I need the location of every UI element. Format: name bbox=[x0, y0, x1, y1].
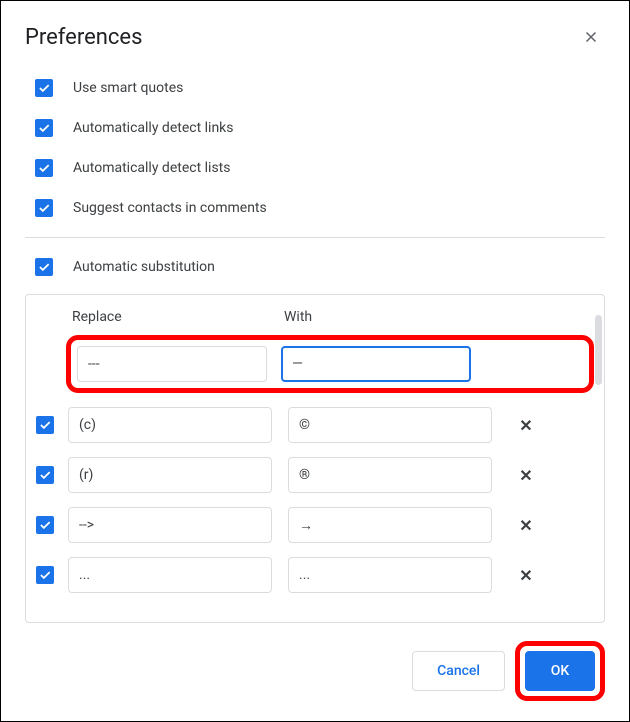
replace-input[interactable] bbox=[68, 507, 272, 543]
table-row: ✕ bbox=[36, 557, 594, 593]
replace-input[interactable] bbox=[68, 457, 272, 493]
with-input[interactable] bbox=[288, 557, 492, 593]
checkbox-icon[interactable] bbox=[36, 516, 54, 534]
replace-input[interactable] bbox=[77, 346, 267, 382]
option-detect-links[interactable]: Automatically detect links bbox=[35, 119, 605, 137]
ok-highlight: OK bbox=[515, 641, 605, 701]
checkbox-icon[interactable] bbox=[36, 416, 54, 434]
dialog-footer: Cancel OK bbox=[25, 641, 605, 701]
dialog-header: Preferences bbox=[25, 23, 605, 51]
checkbox-icon[interactable] bbox=[35, 258, 53, 276]
option-label: Use smart quotes bbox=[73, 80, 183, 96]
table-row: ✕ bbox=[36, 407, 594, 443]
checkbox-icon[interactable] bbox=[35, 119, 53, 137]
with-input[interactable] bbox=[288, 457, 492, 493]
with-input[interactable] bbox=[288, 507, 492, 543]
substitution-table: Replace With ✕ ✕ ✕ bbox=[25, 294, 605, 623]
option-label: Automatically detect links bbox=[73, 120, 234, 136]
table-header: Replace With bbox=[36, 309, 594, 325]
checkbox-icon[interactable] bbox=[36, 566, 54, 584]
column-header-replace: Replace bbox=[72, 309, 284, 325]
option-suggest-contacts[interactable]: Suggest contacts in comments bbox=[35, 199, 605, 217]
option-auto-substitution[interactable]: Automatic substitution bbox=[25, 258, 605, 276]
close-icon[interactable] bbox=[577, 23, 605, 51]
options-group: Use smart quotes Automatically detect li… bbox=[25, 79, 605, 233]
table-row: ✕ bbox=[36, 457, 594, 493]
column-header-with: With bbox=[284, 309, 312, 325]
remove-icon[interactable]: ✕ bbox=[516, 516, 536, 535]
replace-input[interactable] bbox=[68, 557, 272, 593]
replace-input[interactable] bbox=[68, 407, 272, 443]
preferences-dialog: Preferences Use smart quotes Automatical… bbox=[1, 1, 629, 721]
scrollbar-thumb[interactable] bbox=[595, 315, 602, 385]
checkbox-icon[interactable] bbox=[35, 79, 53, 97]
option-smart-quotes[interactable]: Use smart quotes bbox=[35, 79, 605, 97]
table-row: ✕ bbox=[36, 507, 594, 543]
option-label: Automatic substitution bbox=[73, 259, 215, 275]
checkbox-icon[interactable] bbox=[35, 159, 53, 177]
checkbox-icon[interactable] bbox=[35, 199, 53, 217]
remove-icon[interactable]: ✕ bbox=[516, 416, 536, 435]
remove-icon[interactable]: ✕ bbox=[516, 566, 536, 585]
divider bbox=[25, 237, 605, 238]
cancel-button[interactable]: Cancel bbox=[412, 651, 505, 691]
option-detect-lists[interactable]: Automatically detect lists bbox=[35, 159, 605, 177]
dialog-title: Preferences bbox=[25, 25, 142, 50]
remove-icon[interactable]: ✕ bbox=[516, 466, 536, 485]
new-substitution-row bbox=[66, 335, 594, 393]
option-label: Suggest contacts in comments bbox=[73, 200, 267, 216]
checkbox-icon[interactable] bbox=[36, 466, 54, 484]
option-label: Automatically detect lists bbox=[73, 160, 230, 176]
substitution-rows: ✕ ✕ ✕ ✕ bbox=[36, 407, 594, 593]
with-input[interactable] bbox=[288, 407, 492, 443]
with-input[interactable] bbox=[281, 346, 471, 382]
ok-button[interactable]: OK bbox=[525, 651, 595, 691]
